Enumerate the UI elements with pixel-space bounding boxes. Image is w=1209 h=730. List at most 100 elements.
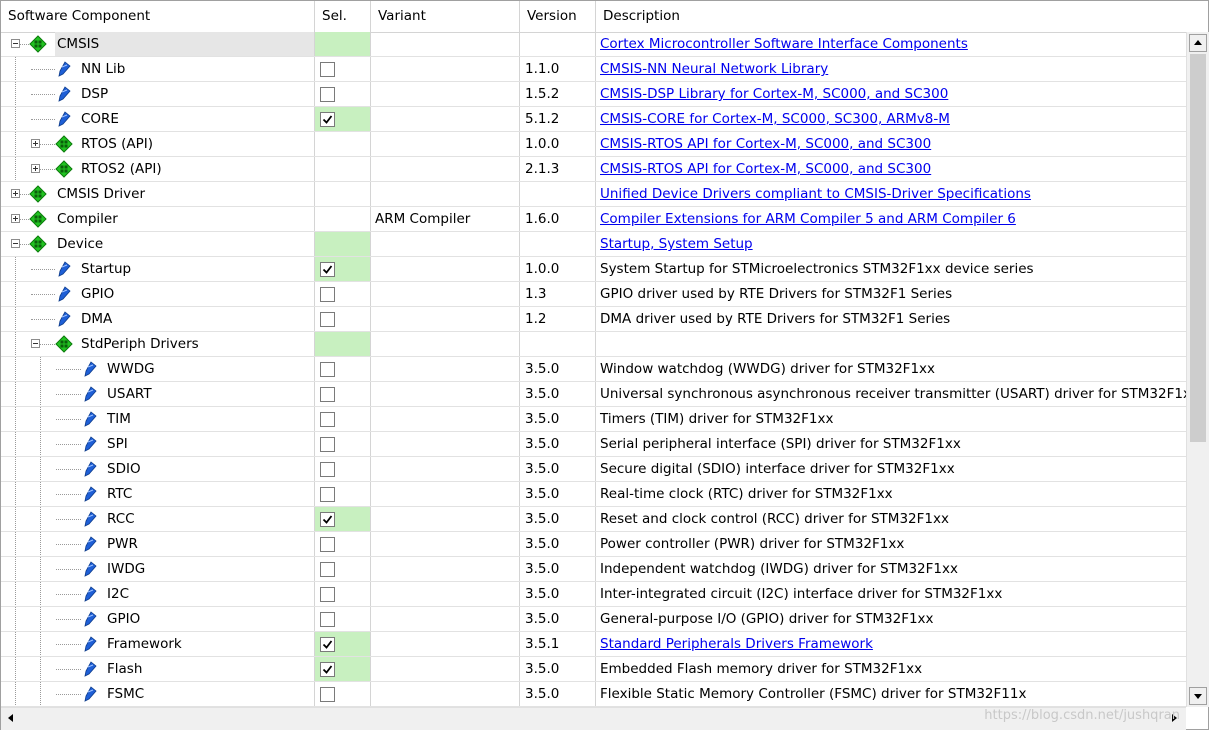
table-row[interactable]: RCC 3.5.0 Reset and clock control (RCC) dr… xyxy=(1,507,1186,532)
checkbox-unchecked[interactable] xyxy=(320,462,335,477)
description-link[interactable]: CMSIS-NN Neural Network Library xyxy=(600,61,828,77)
header-description[interactable]: Description xyxy=(596,1,1183,32)
collapse-toggle[interactable] xyxy=(11,39,20,48)
vertical-scrollbar[interactable] xyxy=(1186,32,1209,707)
component-cell[interactable]: StdPeriph Drivers xyxy=(1,332,314,356)
component-cell[interactable]: TIM xyxy=(1,407,314,431)
selection-cell[interactable] xyxy=(315,582,370,606)
checkbox-unchecked[interactable] xyxy=(320,362,335,377)
component-cell[interactable]: USART xyxy=(1,382,314,406)
table-row[interactable]: CMSIS Driver Unified Device Drivers compl… xyxy=(1,182,1186,207)
selection-cell[interactable] xyxy=(315,457,370,481)
checkbox-checked[interactable] xyxy=(320,262,335,277)
component-cell[interactable]: Startup xyxy=(1,257,314,281)
table-row[interactable]: SDIO 3.5.0 Secure digital (SDIO) interface… xyxy=(1,457,1186,482)
table-row[interactable]: PWR 3.5.0 Power controller (PWR) driver fo… xyxy=(1,532,1186,557)
checkbox-unchecked[interactable] xyxy=(320,387,335,402)
description-link[interactable]: Standard Peripherals Drivers Framework xyxy=(600,636,873,652)
checkbox-checked[interactable] xyxy=(320,512,335,527)
selection-cell[interactable] xyxy=(315,532,370,556)
selection-cell[interactable] xyxy=(315,607,370,631)
selection-cell[interactable] xyxy=(315,382,370,406)
component-cell[interactable]: RTOS2 (API) xyxy=(1,157,314,181)
component-cell[interactable]: GPIO xyxy=(1,607,314,631)
component-cell[interactable]: SDIO xyxy=(1,457,314,481)
description-link[interactable]: Cortex Microcontroller Software Interfac… xyxy=(600,36,968,52)
selection-cell[interactable] xyxy=(315,332,370,356)
checkbox-checked[interactable] xyxy=(320,112,335,127)
header-software-component[interactable]: Software Component xyxy=(1,1,315,32)
table-row[interactable]: CMSIS Cortex Microcontroller Software Int… xyxy=(1,32,1186,57)
description-link[interactable]: CMSIS-CORE for Cortex-M, SC000, SC300, A… xyxy=(600,111,950,127)
selection-cell[interactable] xyxy=(315,507,370,531)
component-cell[interactable]: CORE xyxy=(1,107,314,131)
description-link[interactable]: CMSIS-RTOS API for Cortex-M, SC000, and … xyxy=(600,136,931,152)
checkbox-unchecked[interactable] xyxy=(320,587,335,602)
table-row[interactable]: DSP 1.5.2 CMSIS-DSP Library for Cortex-M, … xyxy=(1,82,1186,107)
description-link[interactable]: Compiler Extensions for ARM Compiler 5 a… xyxy=(600,211,1016,227)
table-row[interactable]: Framework 3.5.1 Standard Peripherals Drive… xyxy=(1,632,1186,657)
table-row[interactable]: I2C 3.5.0 Inter-integrated circuit (I2C) i… xyxy=(1,582,1186,607)
table-row[interactable]: RTOS2 (API) 2.1.3 CMSIS-RTOS API for Corte… xyxy=(1,157,1186,182)
expand-toggle[interactable] xyxy=(11,189,20,198)
checkbox-unchecked[interactable] xyxy=(320,62,335,77)
description-link[interactable]: Startup, System Setup xyxy=(600,236,753,252)
selection-cell[interactable] xyxy=(315,432,370,456)
component-cell[interactable]: Compiler xyxy=(1,207,314,231)
component-cell[interactable]: DSP xyxy=(1,82,314,106)
checkbox-unchecked[interactable] xyxy=(320,87,335,102)
selection-cell[interactable] xyxy=(315,57,370,81)
table-row[interactable]: SPI 3.5.0 Serial peripheral interface (SPI… xyxy=(1,432,1186,457)
vertical-scroll-thumb[interactable] xyxy=(1190,54,1206,442)
component-cell[interactable]: Flash xyxy=(1,657,314,681)
selection-cell[interactable] xyxy=(315,307,370,331)
table-row[interactable]: USART 3.5.0 Universal synchronous asynchro… xyxy=(1,382,1186,407)
component-cell[interactable]: WWDG xyxy=(1,357,314,381)
expand-toggle[interactable] xyxy=(31,164,40,173)
component-cell[interactable]: RCC xyxy=(1,507,314,531)
component-cell[interactable]: PWR xyxy=(1,532,314,556)
checkbox-unchecked[interactable] xyxy=(320,687,335,702)
component-cell[interactable]: RTOS (API) xyxy=(1,132,314,156)
component-cell[interactable]: RTC xyxy=(1,482,314,506)
checkbox-unchecked[interactable] xyxy=(320,312,335,327)
table-row[interactable]: RTC 3.5.0 Real-time clock (RTC) driver for… xyxy=(1,482,1186,507)
table-row[interactable]: DMA 1.2 DMA driver used by RTE Drivers for… xyxy=(1,307,1186,332)
selection-cell[interactable] xyxy=(315,657,370,681)
table-row[interactable]: CORE 5.1.2 CMSIS-CORE for Cortex-M, SC000,… xyxy=(1,107,1186,132)
component-cell[interactable]: IWDG xyxy=(1,557,314,581)
table-row[interactable]: RTOS (API) 1.0.0 CMSIS-RTOS API for Cortex… xyxy=(1,132,1186,157)
selection-cell[interactable] xyxy=(315,232,370,256)
component-cell[interactable]: CMSIS Driver xyxy=(1,182,314,206)
component-cell[interactable]: SPI xyxy=(1,432,314,456)
checkbox-checked[interactable] xyxy=(320,637,335,652)
selection-cell[interactable] xyxy=(315,257,370,281)
selection-cell[interactable] xyxy=(315,282,370,306)
component-cell[interactable]: CMSIS xyxy=(1,32,314,56)
component-cell[interactable]: DMA xyxy=(1,307,314,331)
description-link[interactable]: CMSIS-RTOS API for Cortex-M, SC000, and … xyxy=(600,161,931,177)
table-row[interactable]: FSMC 3.5.0 Flexible Static Memory Controll… xyxy=(1,682,1186,707)
component-cell[interactable]: NN Lib xyxy=(1,57,314,81)
table-row[interactable]: GPIO 1.3 GPIO driver used by RTE Drivers f… xyxy=(1,282,1186,307)
selection-cell[interactable] xyxy=(315,182,370,206)
selection-cell[interactable] xyxy=(315,632,370,656)
selection-cell[interactable] xyxy=(315,357,370,381)
scroll-down-button[interactable] xyxy=(1189,687,1207,705)
table-row[interactable]: Compiler ARM Compiler 1.6.0 Compiler Extens… xyxy=(1,207,1186,232)
selection-cell[interactable] xyxy=(315,557,370,581)
checkbox-unchecked[interactable] xyxy=(320,537,335,552)
selection-cell[interactable] xyxy=(315,157,370,181)
table-row[interactable]: Flash 3.5.0 Embedded Flash memory driver f… xyxy=(1,657,1186,682)
selection-cell[interactable] xyxy=(315,32,370,56)
table-row[interactable]: Device Startup, System Setup xyxy=(1,232,1186,257)
table-row[interactable]: GPIO 3.5.0 General-purpose I/O (GPIO) driv… xyxy=(1,607,1186,632)
selection-cell[interactable] xyxy=(315,132,370,156)
selection-cell[interactable] xyxy=(315,107,370,131)
header-sel[interactable]: Sel. xyxy=(315,1,370,32)
description-link[interactable]: CMSIS-DSP Library for Cortex-M, SC000, a… xyxy=(600,86,948,102)
checkbox-unchecked[interactable] xyxy=(320,437,335,452)
checkbox-unchecked[interactable] xyxy=(320,412,335,427)
selection-cell[interactable] xyxy=(315,482,370,506)
header-variant[interactable]: Variant xyxy=(371,1,518,32)
